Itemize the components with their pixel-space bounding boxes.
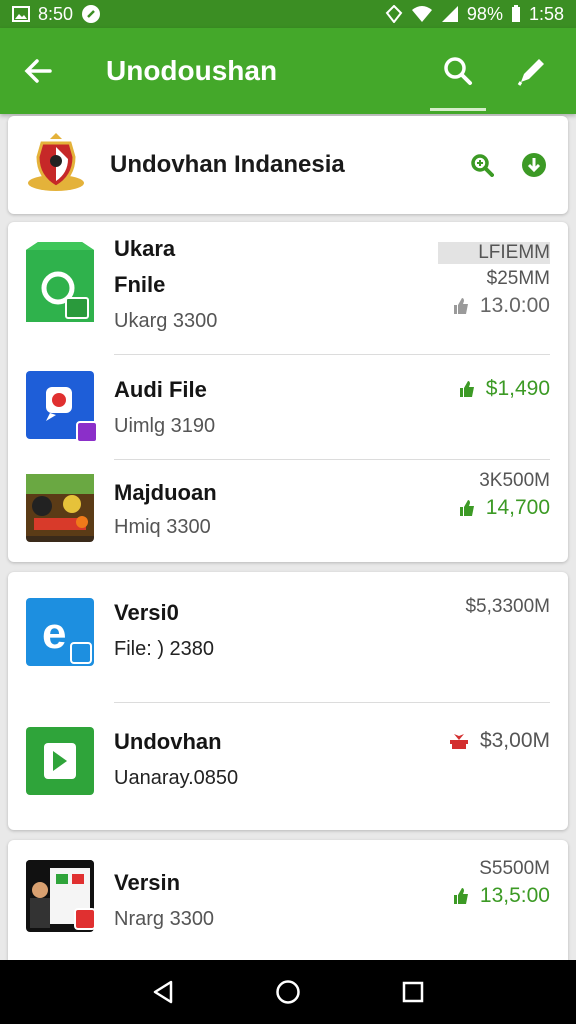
search-icon [444,57,472,85]
sync-icon [81,4,101,24]
app-price-value: 13,5:00 [479,884,550,907]
list-item[interactable]: Audi File Uimlg 3190 $1,490 [8,355,568,459]
app-price-value: 13.0:00 [479,294,550,317]
app-price: 13,5:00 [452,884,550,908]
app-price-value: 14,700 [485,496,550,519]
status-clock: 1:58 [528,3,564,24]
nav-back-button[interactable] [141,970,185,1014]
app-price: 13.0:00 [452,294,550,318]
app-subtitle: Hmiq 3300 [114,516,211,538]
battery-percent: 98% [466,3,503,24]
file-manager-app-icon [26,242,94,322]
battery-icon [511,5,521,23]
video-app-icon [26,727,94,795]
thumb-up-icon [459,500,474,516]
app-name: Versi0 [114,600,179,625]
status-time-left: 8:50 [38,3,74,24]
badge-icon [74,908,96,930]
version-app-icon: e [26,598,94,666]
app-size: 3K500M [479,470,550,491]
app-size: $25MM [486,268,550,289]
app-name: Versin [114,870,181,895]
app-subtitle: File: ) 2380 [114,638,215,660]
app-name: Audi File [114,377,207,402]
list-item[interactable]: Ukara Fnile Ukarg 3300 $25MM 13.0:00 [8,222,568,354]
signal-icon [441,5,459,23]
thumb-up-icon [453,888,468,904]
app-subtitle: Uimlg 3190 [114,415,216,437]
list-item[interactable]: e Versi0 File: ) 2380 $5,3300M [8,572,568,702]
app-bar: Unodoushan [0,28,576,114]
app-name: Ukara [114,236,176,261]
app-price-value: $1,490 [485,377,550,400]
download-icon [522,153,546,177]
app-name: Majduoan [114,480,217,505]
system-nav-bar [0,960,576,1024]
app-price: 14,700 [458,496,550,520]
game-app-icon [26,474,94,542]
wifi-icon [411,5,433,23]
status-bar: 8:50 98% 1:58 [0,0,576,28]
app-size: S5500M [479,858,550,879]
edit-pencil-icon [517,59,544,86]
svg-text:e: e [42,609,66,658]
app-size-value: $3,00M [479,729,550,752]
app-price: $1,490 [458,377,550,401]
app-title: Unodoushan [106,55,278,86]
thumb-up-icon [453,298,468,314]
header-title: Undovhan Indanesia [110,151,345,178]
gift-icon [449,734,468,749]
zoom-icon [471,154,494,177]
list-item[interactable]: Majduoan Hmiq 3300 3K500M 14,700 [8,460,568,562]
recents-nav-icon [403,981,424,1003]
indonesia-emblem-icon [24,133,88,197]
back-button[interactable] [16,49,60,93]
back-nav-icon [153,980,172,1004]
app-name: Undovhan [114,729,222,754]
edit-button[interactable] [504,43,560,99]
app-size: $3,00M [448,729,550,753]
download-button[interactable] [516,147,552,183]
app-subtitle: Ukarg 3300 [114,310,218,332]
app-subtitle: Uanaray.0850 [114,767,239,789]
badge-icon [70,642,92,664]
tablet-app-icon [26,860,96,932]
home-nav-icon [276,980,300,1004]
nav-home-button[interactable] [266,970,310,1014]
back-arrow-icon [24,59,52,83]
app-subtitle: Nrarg 3300 [114,908,215,930]
nav-recents-button[interactable] [391,970,435,1014]
zoom-button[interactable] [464,147,500,183]
app-size: $5,3300M [465,596,550,617]
app-list-card-1: LFIEMM Ukara Fnile Ukarg 3300 $25MM 13.0… [8,222,568,562]
location-icon [385,5,403,23]
app-name-line2: Fnile [114,272,166,297]
audio-file-app-icon [26,371,98,443]
app-list-card-3: Versin Nrarg 3300 S5500M 13,5:00 [8,840,568,960]
search-button[interactable] [430,43,486,111]
instagram-badge-icon [76,421,98,443]
content-area: Undovhan Indanesia LFIEMM Ukara Fnile Uk… [0,114,576,960]
app-list-card-2: e Versi0 File: ) 2380 $5,3300M Undovhan … [8,572,568,830]
list-item[interactable]: Undovhan Uanaray.0850 $3,00M [8,703,568,830]
list-item[interactable]: Versin Nrarg 3300 S5500M 13,5:00 [8,840,568,960]
thumb-up-icon [459,381,474,397]
gallery-icon [12,5,30,23]
header-card[interactable]: Undovhan Indanesia [8,116,568,214]
